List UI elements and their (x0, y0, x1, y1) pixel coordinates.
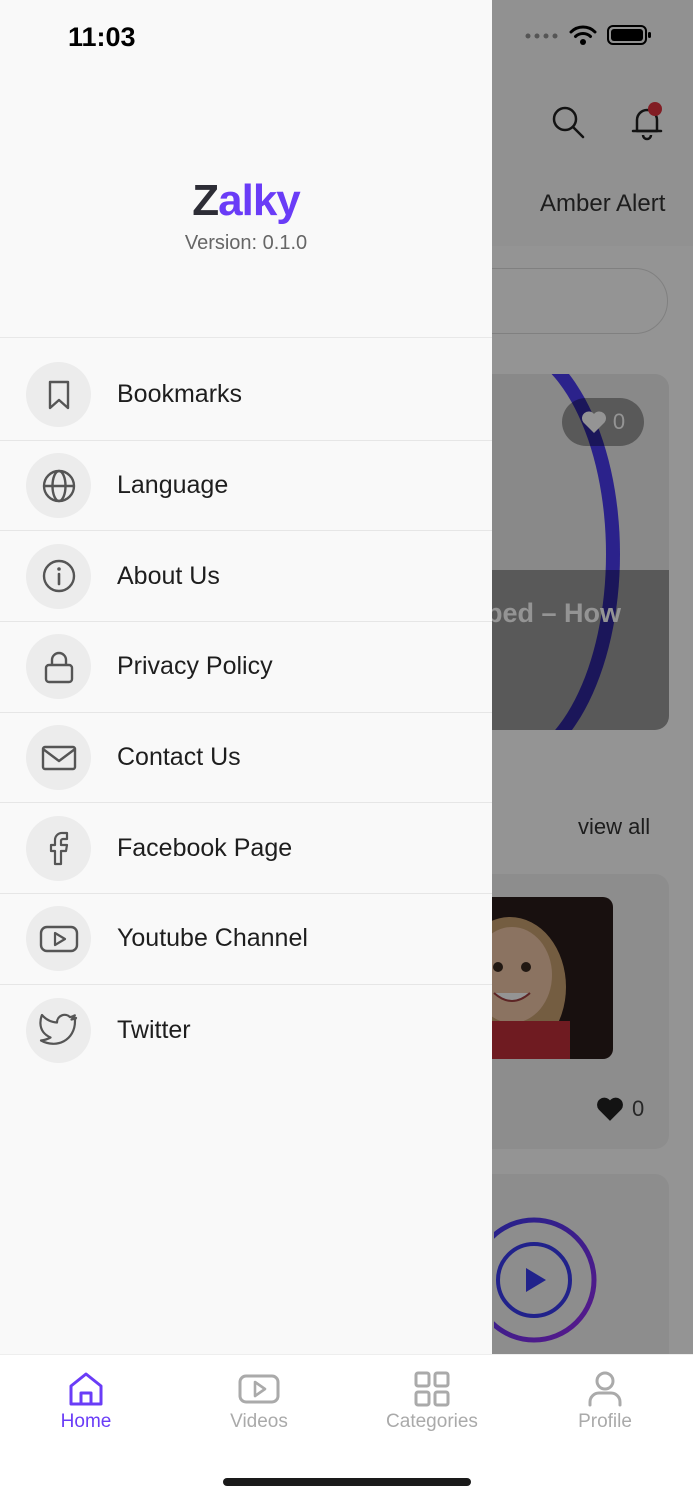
globe-icon (26, 453, 91, 519)
video-icon (238, 1374, 280, 1404)
nav-videos[interactable]: Videos (189, 1369, 329, 1433)
twitter-icon (26, 997, 91, 1063)
status-icons (525, 24, 653, 46)
app-logo: Zalky (192, 176, 301, 225)
info-icon (26, 543, 91, 609)
menu-label: Facebook Page (117, 833, 293, 862)
menu-label: Youtube Channel (117, 924, 308, 953)
menu-label: Bookmarks (117, 380, 243, 409)
app-version: Version: 0.1.0 (184, 232, 308, 254)
menu-item-twitter[interactable]: Twitter (0, 985, 492, 1076)
nav-profile[interactable]: Profile (535, 1369, 675, 1433)
signal-icon (525, 33, 558, 39)
facebook-icon (26, 815, 91, 881)
battery-icon (607, 25, 651, 45)
nav-label: Categories (386, 1411, 478, 1432)
nav-label: Profile (578, 1411, 632, 1432)
menu-item-language[interactable]: Language (0, 441, 492, 532)
nav-categories[interactable]: Categories (362, 1369, 502, 1433)
menu-label: Privacy Policy (117, 652, 273, 681)
bookmark-icon (26, 362, 91, 428)
home-icon (69, 1372, 103, 1406)
divider (0, 337, 492, 338)
wifi-icon (569, 25, 597, 45)
menu-item-contact-us[interactable]: Contact Us (0, 713, 492, 804)
menu-item-bookmarks[interactable]: Bookmarks (0, 350, 492, 441)
home-indicator (223, 1478, 471, 1486)
menu-item-youtube-channel[interactable]: Youtube Channel (0, 894, 492, 985)
menu-item-privacy-policy[interactable]: Privacy Policy (0, 622, 492, 713)
navigation-drawer: Zalky Version: 0.1.0 Bookmarks Language … (0, 0, 492, 1354)
menu-label: Contact Us (117, 743, 241, 772)
menu-label: About Us (117, 561, 220, 590)
youtube-icon (26, 906, 91, 972)
menu-item-facebook-page[interactable]: Facebook Page (0, 803, 492, 895)
nav-label: Videos (230, 1411, 288, 1432)
nav-home[interactable]: Home (16, 1369, 156, 1433)
menu-label: Twitter (117, 1015, 191, 1044)
user-icon (588, 1371, 622, 1407)
status-time: 11:03 (68, 22, 136, 52)
menu-label: Language (117, 471, 229, 500)
drawer-menu: Bookmarks Language About Us Privacy Poli… (0, 350, 492, 1076)
grid-icon (414, 1371, 450, 1407)
mail-icon (26, 725, 91, 791)
lock-icon (26, 634, 91, 700)
nav-label: Home (60, 1411, 112, 1432)
menu-item-about-us[interactable]: About Us (0, 531, 492, 623)
